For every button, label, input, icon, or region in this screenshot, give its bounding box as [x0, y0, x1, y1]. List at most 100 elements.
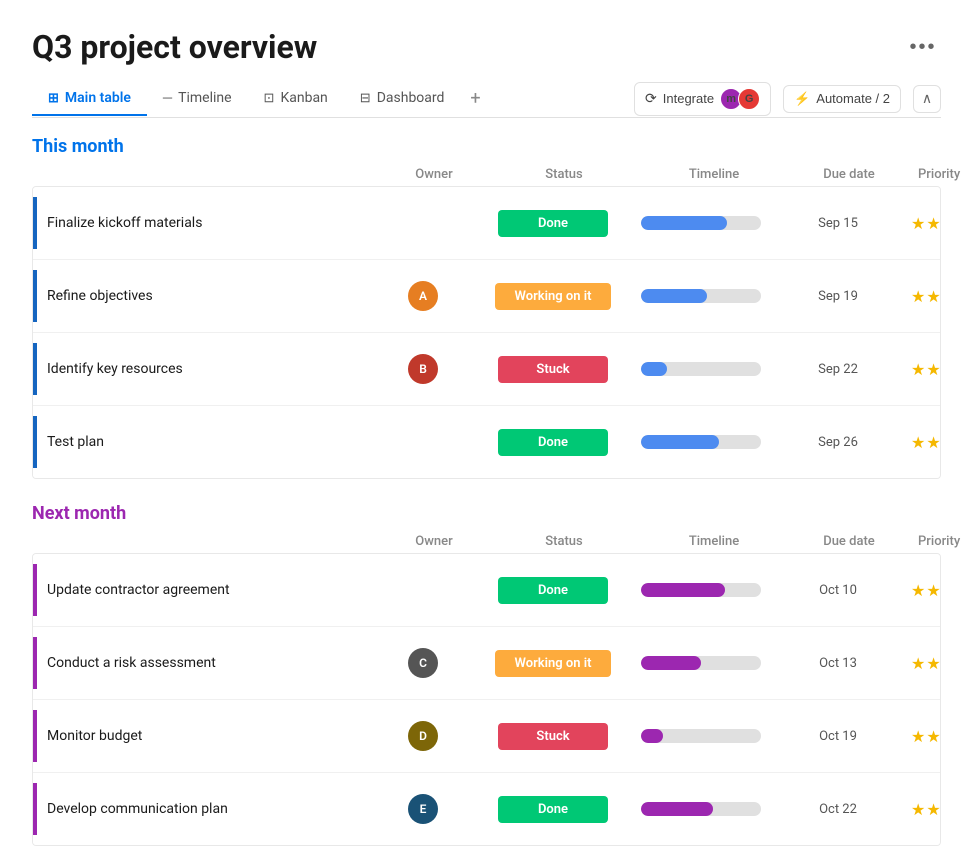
- priority-cell[interactable]: ★★★★★: [903, 794, 941, 825]
- integrate-label: Integrate: [663, 91, 714, 106]
- priority-cell[interactable]: ★★★★★: [903, 281, 941, 312]
- star-filled: ★: [926, 581, 940, 600]
- status-badge[interactable]: Done: [498, 577, 608, 604]
- priority-cell[interactable]: ★★★★★: [903, 427, 941, 458]
- priority-cell[interactable]: ★★★★★: [903, 648, 941, 679]
- row-task-name[interactable]: Update contractor agreement: [47, 582, 230, 598]
- due-date-cell: Oct 19: [773, 723, 903, 750]
- col-name: [44, 167, 384, 182]
- status-badge[interactable]: Stuck: [498, 723, 608, 750]
- timeline-bar-fill: [641, 362, 667, 376]
- row-border: [33, 197, 37, 249]
- automate-button[interactable]: ⚡ Automate / 2: [783, 85, 901, 113]
- automate-icon: ⚡: [794, 91, 810, 107]
- row-task-name[interactable]: Refine objectives: [47, 288, 153, 304]
- status-badge[interactable]: Working on it: [495, 283, 612, 310]
- star-filled: ★: [926, 800, 940, 819]
- row-name-cell: Test plan: [33, 406, 373, 478]
- priority-cell[interactable]: ★★★★★: [903, 208, 941, 239]
- row-border: [33, 637, 37, 689]
- collapse-button[interactable]: ∧: [913, 85, 941, 113]
- due-date-cell: Oct 22: [773, 796, 903, 823]
- star-filled: ★: [911, 800, 925, 819]
- priority-cell[interactable]: ★★★★★: [903, 721, 941, 752]
- priority-cell[interactable]: ★★★★★: [903, 575, 941, 606]
- timeline-bar-fill: [641, 216, 727, 230]
- status-badge[interactable]: Stuck: [498, 356, 608, 383]
- this-month-col-headers: Owner Status Timeline Due date Priority: [32, 163, 941, 186]
- more-options-button[interactable]: •••: [905, 29, 941, 65]
- col-owner-2: Owner: [384, 534, 484, 549]
- status-cell[interactable]: Done: [473, 423, 633, 462]
- table-row: Test plan Done Sep 26 ★★★★★: [33, 406, 940, 478]
- due-date-cell: Sep 15: [773, 210, 903, 237]
- star-filled: ★: [911, 287, 925, 306]
- owner-avatar: C: [408, 648, 438, 678]
- next-month-header: Next month: [32, 503, 941, 524]
- tab-main-table-label: Main table: [65, 90, 131, 106]
- row-name-cell: Finalize kickoff materials: [33, 187, 373, 259]
- tab-kanban-label: Kanban: [280, 90, 327, 106]
- due-date-cell: Oct 10: [773, 577, 903, 604]
- row-task-name[interactable]: Monitor budget: [47, 728, 142, 744]
- tab-main-table[interactable]: ⊞ Main table: [32, 82, 147, 116]
- col-priority-2: Priority: [914, 534, 954, 549]
- timeline-cell: [633, 577, 773, 603]
- timeline-bar-bg: [641, 583, 761, 597]
- integrate-button[interactable]: ⟳ Integrate m G: [634, 82, 771, 116]
- add-tab-button[interactable]: +: [460, 80, 490, 117]
- priority-cell[interactable]: ★★★★★: [903, 354, 941, 385]
- tab-dashboard[interactable]: ⊟ Dashboard: [344, 82, 461, 116]
- timeline-bar-bg: [641, 216, 761, 230]
- row-task-name[interactable]: Finalize kickoff materials: [47, 215, 202, 231]
- col-timeline: Timeline: [644, 167, 784, 182]
- status-badge[interactable]: Done: [498, 796, 608, 823]
- status-cell[interactable]: Done: [473, 571, 633, 610]
- this-month-section: This month Owner Status Timeline Due dat…: [32, 136, 941, 479]
- star-filled: ★: [911, 433, 925, 452]
- status-cell[interactable]: Working on it: [473, 277, 633, 316]
- kanban-icon: ⊡: [264, 91, 275, 106]
- page-title: Q3 project overview: [32, 28, 317, 66]
- status-cell[interactable]: Done: [473, 790, 633, 829]
- timeline-cell: [633, 650, 773, 676]
- tab-timeline[interactable]: ─ Timeline: [147, 82, 248, 116]
- tab-dashboard-label: Dashboard: [377, 90, 445, 106]
- timeline-bar-bg: [641, 656, 761, 670]
- status-badge[interactable]: Done: [498, 429, 608, 456]
- status-badge[interactable]: Working on it: [495, 650, 612, 677]
- row-border: [33, 783, 37, 835]
- owner-avatar: E: [408, 794, 438, 824]
- row-name-cell: Refine objectives: [33, 260, 373, 332]
- row-border: [33, 416, 37, 468]
- col-due-date-2: Due date: [784, 534, 914, 549]
- row-task-name[interactable]: Conduct a risk assessment: [47, 655, 216, 671]
- owner-cell: E: [373, 788, 473, 830]
- star-filled: ★: [926, 360, 940, 379]
- tab-kanban[interactable]: ⊡ Kanban: [248, 82, 344, 116]
- row-border: [33, 710, 37, 762]
- row-task-name[interactable]: Identify key resources: [47, 361, 183, 377]
- table-row: Refine objectives A Working on it Sep 19: [33, 260, 940, 333]
- due-date-cell: Sep 22: [773, 356, 903, 383]
- row-task-name[interactable]: Develop communication plan: [47, 801, 228, 817]
- status-cell[interactable]: Stuck: [473, 717, 633, 756]
- status-cell[interactable]: Working on it: [473, 644, 633, 683]
- row-task-name[interactable]: Test plan: [47, 434, 104, 450]
- table-row: Finalize kickoff materials Done Sep 15 ★…: [33, 187, 940, 260]
- timeline-bar-fill: [641, 656, 701, 670]
- main-page: Q3 project overview ••• ⊞ Main table ─ T…: [0, 0, 973, 866]
- star-filled: ★: [926, 727, 940, 746]
- status-badge[interactable]: Done: [498, 210, 608, 237]
- status-cell[interactable]: Done: [473, 204, 633, 243]
- star-filled: ★: [911, 654, 925, 673]
- col-due-date: Due date: [784, 167, 914, 182]
- owner-cell: [373, 217, 473, 229]
- timeline-bar-fill: [641, 435, 719, 449]
- due-date-cell: Oct 13: [773, 650, 903, 677]
- next-month-section: Next month Owner Status Timeline Due dat…: [32, 503, 941, 846]
- dashboard-icon: ⊟: [360, 91, 371, 106]
- avatar-stack: m G: [720, 88, 760, 110]
- status-cell[interactable]: Stuck: [473, 350, 633, 389]
- timeline-cell: [633, 356, 773, 382]
